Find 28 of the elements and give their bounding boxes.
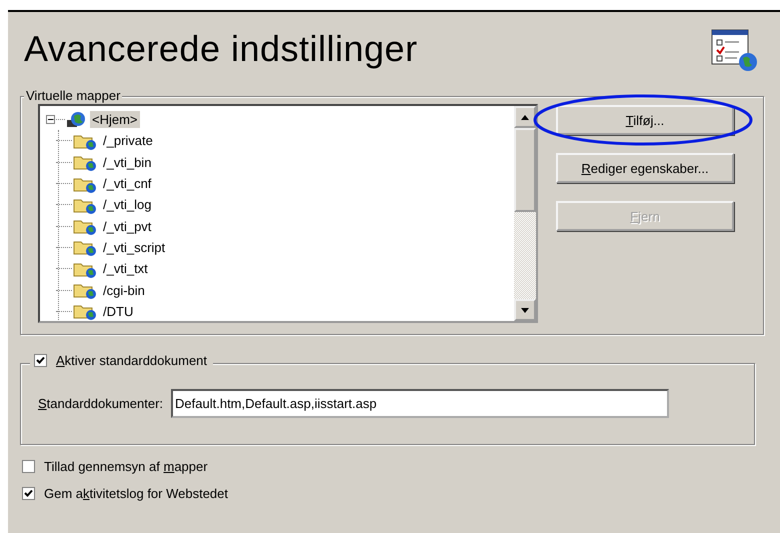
dialog-button[interactable]: Tilføj... <box>556 105 734 135</box>
scroll-up-icon[interactable] <box>521 114 529 120</box>
group-label: Virtuelle mapper <box>24 88 122 103</box>
tree-item[interactable]: /_vti_pvt <box>101 218 154 235</box>
globe-computer-icon <box>66 110 86 129</box>
checkbox[interactable] <box>34 354 47 367</box>
documents-field[interactable]: Default.htm,Default.asp,iisstart.asp <box>171 389 670 418</box>
scrollbar[interactable] <box>514 106 536 321</box>
tree-item[interactable]: /_vti_script <box>101 238 168 256</box>
field-label: Standarddokumenter: <box>38 396 164 411</box>
checkbox-label[interactable]: Gem aktivitetslog for Webstedet <box>44 486 228 501</box>
dialog-title: Avancerede indstillinger <box>24 28 418 70</box>
folder-tree[interactable]: <Hjem> /_private /_vti_bin /_vti_cnf /_vti_log /_vti_pvt /_vti_script /_vti_txt /cgi-bin /DTU <box>38 104 538 323</box>
checkbox-label[interactable]: Tillad gennemsyn af mapper <box>44 459 208 474</box>
scroll-down-icon[interactable] <box>521 308 529 312</box>
tree-item[interactable]: <Hjem> <box>90 111 140 128</box>
dialog-button[interactable]: Rediger egenskaber... <box>556 153 734 183</box>
checkbox[interactable] <box>22 487 35 500</box>
checkbox[interactable] <box>22 460 35 473</box>
tree-item[interactable]: /cgi-bin <box>101 282 147 299</box>
tree-item[interactable]: /DTU <box>101 302 136 320</box>
tree-item[interactable]: /_vti_cnf <box>101 175 154 192</box>
settings-globe-icon <box>710 28 758 72</box>
tree-item[interactable]: /_vti_txt <box>101 260 150 278</box>
tree-item[interactable]: /_private <box>101 132 155 150</box>
tree-item[interactable]: /_vti_log <box>101 196 154 214</box>
collapse-icon[interactable] <box>46 115 55 124</box>
tree-item[interactable]: /_vti_bin <box>101 154 154 171</box>
